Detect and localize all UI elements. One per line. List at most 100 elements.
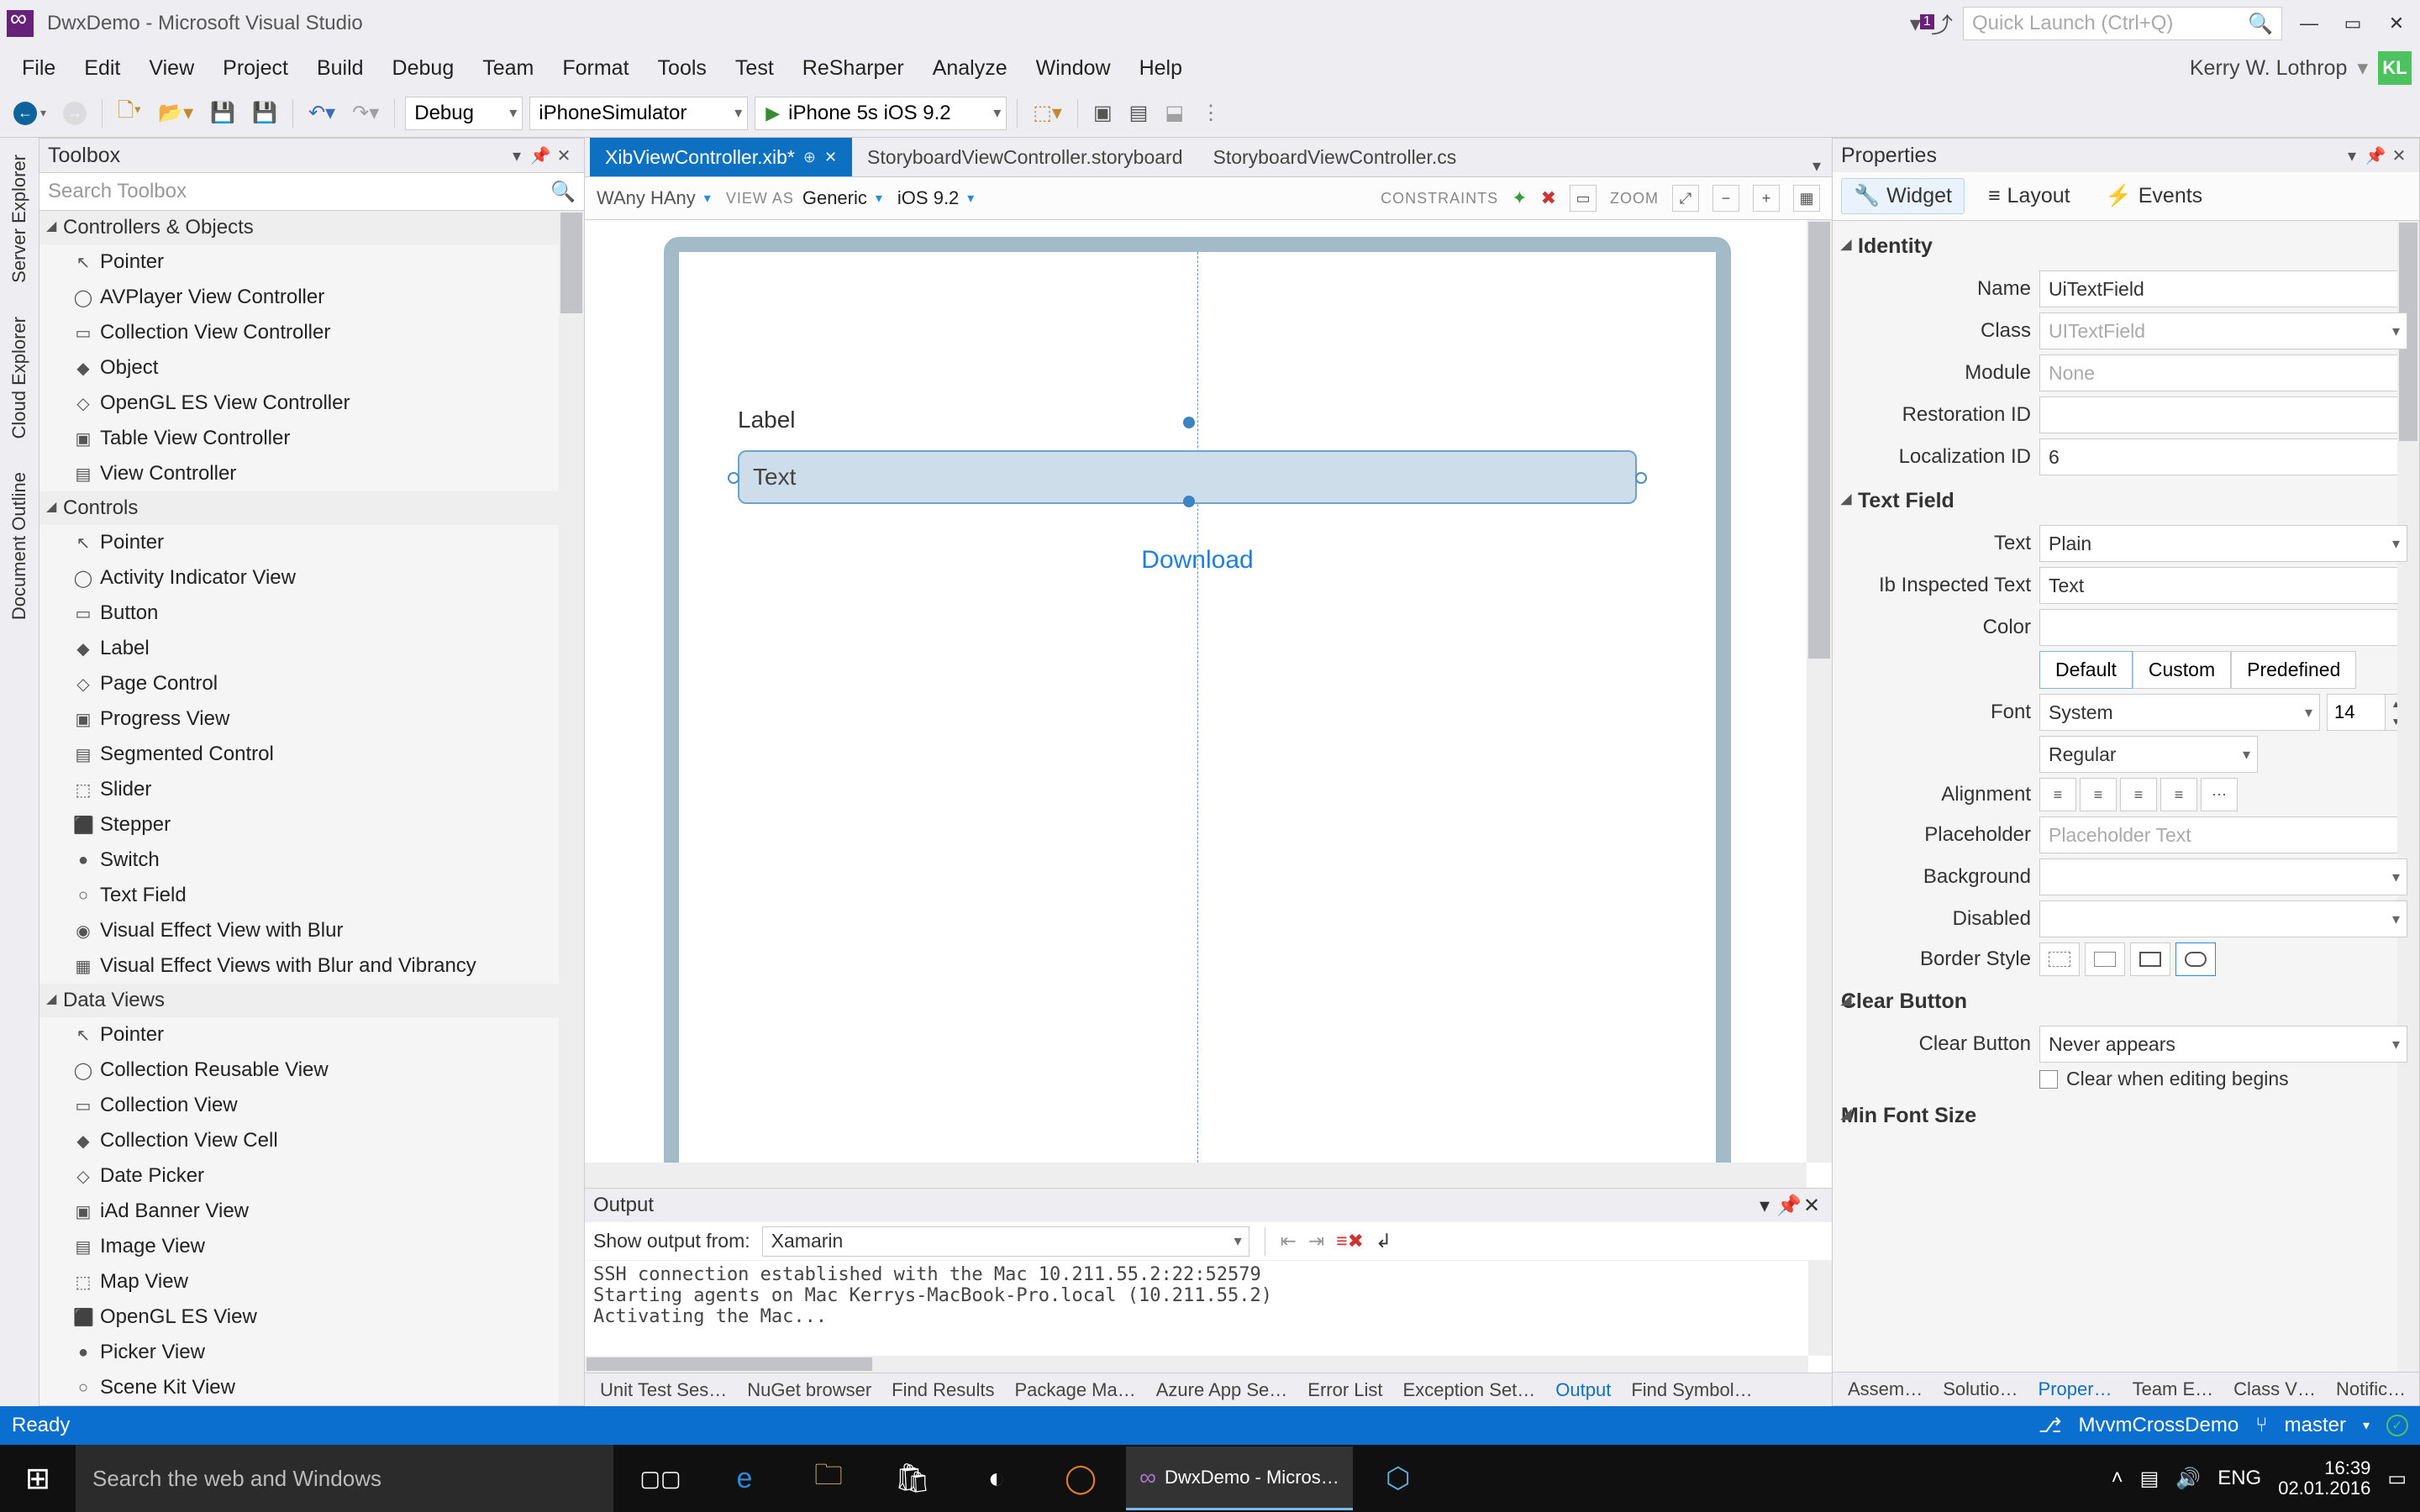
toolbox-item[interactable]: ▤Segmented Control [39, 737, 584, 772]
show-output-from-dropdown[interactable]: Xamarin [762, 1226, 1249, 1257]
toolbox-item[interactable]: ◆Label [39, 631, 584, 666]
new-project-button[interactable]: 🗋▾ [113, 97, 146, 130]
prop-text-dropdown[interactable]: Plain [2039, 525, 2407, 562]
toolbox-item[interactable]: ◇OpenGL ES View Controller [39, 386, 584, 421]
menu-help[interactable]: Help [1126, 51, 1196, 86]
zoom-fit-button[interactable]: ⤢ [1672, 185, 1699, 212]
constraint-frame-button[interactable]: ▭ [1570, 185, 1597, 212]
document-tab[interactable]: StoryboardViewController.storyboard [852, 138, 1197, 176]
toolbox-item[interactable]: ◯Activity Indicator View [39, 560, 584, 596]
toolbox-item[interactable]: ◇Date Picker [39, 1158, 584, 1194]
output-wrap-icon[interactable]: ↲ [1376, 1230, 1392, 1252]
resize-handle-right[interactable] [1635, 472, 1647, 484]
color-predefined-button[interactable]: Predefined [2231, 651, 2356, 689]
menu-edit[interactable]: Edit [71, 51, 134, 86]
view-as-dropdown[interactable]: Generic [802, 187, 867, 209]
tool-window-tab[interactable]: Team E… [2123, 1375, 2224, 1404]
uilabel-element[interactable]: Label [738, 407, 796, 433]
toolbox-item[interactable]: ⬛OpenGL ES View [39, 1299, 584, 1335]
toolbox-item[interactable]: ↖Pointer [39, 1017, 584, 1053]
border-rounded-button[interactable] [2175, 942, 2216, 976]
minimize-button[interactable]: — [2292, 7, 2326, 40]
size-class-selector[interactable]: WAny HAny [597, 187, 696, 209]
menu-debug[interactable]: Debug [379, 51, 468, 86]
menu-file[interactable]: File [8, 51, 69, 86]
user-avatar[interactable]: KL [2378, 51, 2412, 85]
toolbox-item[interactable]: ◆Collection View Cell [39, 1123, 584, 1158]
menu-resharper[interactable]: ReSharper [789, 51, 918, 86]
task-view-button[interactable]: ▢▢ [622, 1446, 699, 1510]
source-control-project[interactable]: MvvmCrossDemo [2079, 1414, 2239, 1437]
toolbox-item[interactable]: ◯AVPlayer View Controller [39, 280, 584, 315]
align-natural-button[interactable]: ⋯ [2201, 778, 2238, 811]
menu-analyze[interactable]: Analyze [919, 51, 1021, 86]
side-tab-server-explorer[interactable]: Server Explorer [8, 155, 30, 283]
textfield-section-header[interactable]: Text Field [1841, 480, 2407, 520]
prop-module-input[interactable]: None [2039, 354, 2407, 391]
prop-color-swatch[interactable] [2039, 609, 2407, 646]
chrome-icon[interactable]: ◐ [958, 1446, 1035, 1510]
download-link-element[interactable]: Download [679, 546, 1716, 575]
output-dropdown-icon[interactable]: ▾ [1753, 1194, 1776, 1218]
source-control-branch[interactable]: master [2285, 1414, 2346, 1437]
prop-font-family-dropdown[interactable]: System [2039, 694, 2320, 731]
menu-format[interactable]: Format [549, 51, 642, 86]
constraint-handle-top[interactable] [1183, 417, 1195, 428]
identity-section-header[interactable]: Identity [1841, 226, 2407, 265]
tool-window-tab[interactable]: Solutio… [1933, 1375, 2028, 1404]
prop-inspected-input[interactable]: Text [2039, 567, 2407, 604]
output-vscrollbar[interactable] [1808, 1261, 1832, 1356]
color-custom-button[interactable]: Custom [2133, 651, 2231, 689]
properties-tab-widget[interactable]: 🔧Widget [1841, 178, 1965, 214]
user-name[interactable]: Kerry W. Lothrop [2190, 56, 2348, 81]
resize-handle-left[interactable] [728, 472, 739, 484]
properties-tab-layout[interactable]: ≡Layout [1976, 179, 2082, 213]
open-button[interactable]: 📂▾ [153, 97, 198, 130]
misc-tool-1[interactable]: ⬚▾ [1028, 97, 1067, 130]
tool-window-tab[interactable]: Exception Set… [1393, 1376, 1546, 1404]
document-tab[interactable]: XibViewController.xib*⊕✕ [590, 138, 852, 176]
device-button-1[interactable]: ▣ [1088, 97, 1118, 130]
toolbox-item[interactable]: ▣iAd Banner View [39, 1194, 584, 1229]
toolbox-item[interactable]: ◉Visual Effect View with Blur [39, 913, 584, 948]
undo-button[interactable]: ↶▾ [303, 97, 340, 130]
align-left-button[interactable]: ≡ [2039, 778, 2076, 811]
tool-window-tab[interactable]: Output [1545, 1376, 1621, 1404]
vs-taskbar-button[interactable]: ∞ DwxDemo - Micros… [1126, 1446, 1353, 1510]
toolbox-group[interactable]: Data Views [39, 984, 584, 1017]
toolbox-item[interactable]: ▤Image View [39, 1229, 584, 1264]
toolbox-item[interactable]: ↖Pointer [39, 244, 584, 280]
tool-window-tab[interactable]: Assem… [1838, 1375, 1933, 1404]
design-vscrollbar[interactable] [1807, 220, 1832, 1163]
panel-dropdown-icon[interactable]: ▾ [505, 145, 529, 166]
constraint-remove-icon[interactable]: ✖ [1541, 187, 1556, 209]
pin-icon[interactable]: ⊕ [803, 149, 816, 166]
tool-window-tab[interactable]: Unit Test Ses… [590, 1376, 737, 1404]
zoom-out-button[interactable]: − [1712, 185, 1739, 212]
toolbar-overflow[interactable]: ⋮ [1196, 97, 1226, 130]
tray-clock[interactable]: 16:39 02.01.2016 [2278, 1458, 2370, 1499]
border-none-button[interactable] [2039, 942, 2080, 976]
platform-dropdown[interactable]: iPhoneSimulator [529, 97, 748, 130]
align-right-button[interactable]: ≡ [2120, 778, 2157, 811]
side-tab-cloud-explorer[interactable]: Cloud Explorer [8, 317, 30, 439]
output-pin-icon[interactable]: 📌 [1776, 1194, 1800, 1218]
document-tab[interactable]: StoryboardViewController.cs [1197, 138, 1471, 176]
doc-tabs-overflow-icon[interactable]: ▾ [1802, 155, 1832, 176]
tool-window-tab[interactable]: Class V… [2223, 1375, 2326, 1404]
toolbox-item[interactable]: ●Picker View [39, 1335, 584, 1370]
action-center-icon[interactable]: ▭ [2387, 1467, 2407, 1491]
properties-close-icon[interactable]: ✕ [2387, 145, 2411, 166]
menu-project[interactable]: Project [209, 51, 302, 86]
nav-forward-button[interactable]: → [58, 97, 92, 130]
align-center-button[interactable]: ≡ [2080, 778, 2117, 811]
color-default-button[interactable]: Default [2039, 651, 2133, 689]
taskbar-search-input[interactable]: Search the web and Windows [76, 1445, 613, 1512]
prop-clear-button-dropdown[interactable]: Never appears [2039, 1026, 2407, 1063]
pin-icon[interactable]: 📌 [529, 145, 552, 166]
tray-lang[interactable]: ENG [2217, 1467, 2261, 1490]
menu-test[interactable]: Test [722, 51, 787, 86]
border-bezel-button[interactable] [2130, 942, 2170, 976]
menu-build[interactable]: Build [303, 51, 377, 86]
properties-scrollbar[interactable] [2397, 221, 2419, 1372]
